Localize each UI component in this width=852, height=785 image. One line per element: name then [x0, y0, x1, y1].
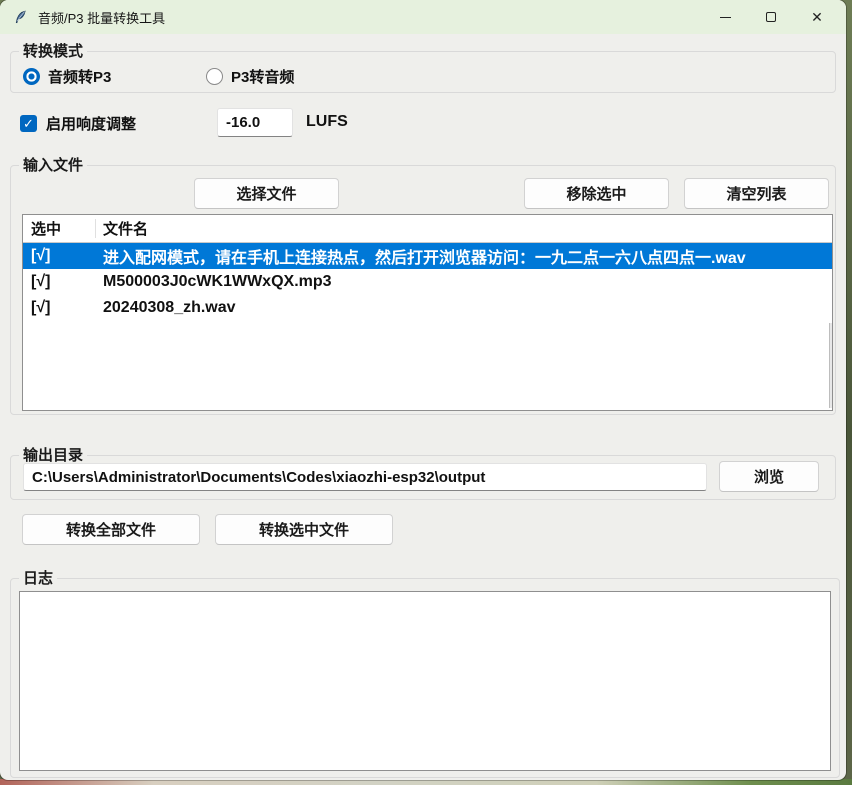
- loudness-checkbox[interactable]: ✓ 启用响度调整: [20, 113, 136, 134]
- header-checked[interactable]: 选中: [23, 218, 95, 239]
- row-checked-cell: [√]: [23, 273, 95, 291]
- file-list-header[interactable]: 选中 文件名: [23, 215, 832, 243]
- clear-list-button[interactable]: 清空列表: [684, 178, 829, 209]
- remove-selected-button[interactable]: 移除选中: [524, 178, 669, 209]
- minimize-icon: [720, 17, 731, 18]
- log-textarea[interactable]: [19, 591, 831, 771]
- browse-button[interactable]: 浏览: [719, 461, 819, 492]
- close-icon: ✕: [811, 10, 823, 24]
- table-row[interactable]: [√] 进入配网模式，请在手机上连接热点，然后打开浏览器访问：一九二点一六八点四…: [23, 243, 832, 269]
- row-filename-cell: 进入配网模式，请在手机上连接热点，然后打开浏览器访问：一九二点一六八点四点一.w…: [95, 244, 746, 268]
- minimize-button[interactable]: [702, 0, 748, 34]
- table-row[interactable]: [√] M500003J0cWK1WWxQX.mp3: [23, 269, 832, 295]
- radio-icon-audio-to-p3: [23, 68, 40, 85]
- window-title: 音频/P3 批量转换工具: [38, 8, 165, 27]
- row-filename-cell: M500003J0cWK1WWxQX.mp3: [95, 273, 332, 291]
- select-files-button[interactable]: 选择文件: [194, 178, 339, 209]
- input-files-label: 输入文件: [19, 155, 87, 176]
- output-path-input[interactable]: C:\Users\Administrator\Documents\Codes\x…: [23, 463, 707, 491]
- header-separator: [95, 219, 96, 238]
- log-groupbox: 日志: [10, 578, 840, 778]
- file-list-body: [√] 进入配网模式，请在手机上连接热点，然后打开浏览器访问：一九二点一六八点四…: [23, 243, 832, 321]
- log-label: 日志: [19, 568, 57, 589]
- radio-audio-to-p3[interactable]: 音频转P3: [23, 66, 111, 87]
- output-dir-groupbox: 输出目录 C:\Users\Administrator\Documents\Co…: [10, 455, 836, 500]
- convert-selected-button[interactable]: 转换选中文件: [215, 514, 393, 545]
- app-window: 音频/P3 批量转换工具 ✕ 转换模式 音频转P3 P3转音频 ✓ 启用响度调整: [0, 0, 846, 780]
- radio-icon-p3-to-audio: [206, 68, 223, 85]
- mode-group-label: 转换模式: [19, 41, 87, 62]
- table-row[interactable]: [√] 20240308_zh.wav: [23, 295, 832, 321]
- lufs-input[interactable]: -16.0: [217, 108, 293, 137]
- list-scrollbar[interactable]: [829, 323, 832, 408]
- lufs-unit-label: LUFS: [306, 113, 348, 131]
- maximize-button[interactable]: [748, 0, 794, 34]
- convert-all-button[interactable]: 转换全部文件: [22, 514, 200, 545]
- file-list-table: 选中 文件名 [√] 进入配网模式，请在手机上连接热点，然后打开浏览器访问：一九…: [22, 214, 833, 411]
- radio-p3-to-audio[interactable]: P3转音频: [206, 66, 294, 87]
- titlebar[interactable]: 音频/P3 批量转换工具 ✕: [0, 0, 846, 34]
- row-checked-cell: [√]: [23, 299, 95, 317]
- checkbox-icon: ✓: [20, 115, 37, 132]
- row-filename-cell: 20240308_zh.wav: [95, 299, 236, 317]
- maximize-icon: [766, 12, 776, 22]
- python-feather-icon: [12, 9, 29, 26]
- header-filename[interactable]: 文件名: [95, 218, 148, 239]
- input-files-groupbox: 输入文件 选择文件 移除选中 清空列表 选中 文件名 [√] 进入配网模式，请在…: [10, 165, 836, 415]
- close-button[interactable]: ✕: [794, 0, 840, 34]
- row-checked-cell: [√]: [23, 247, 95, 265]
- mode-groupbox: 转换模式 音频转P3 P3转音频: [10, 51, 836, 93]
